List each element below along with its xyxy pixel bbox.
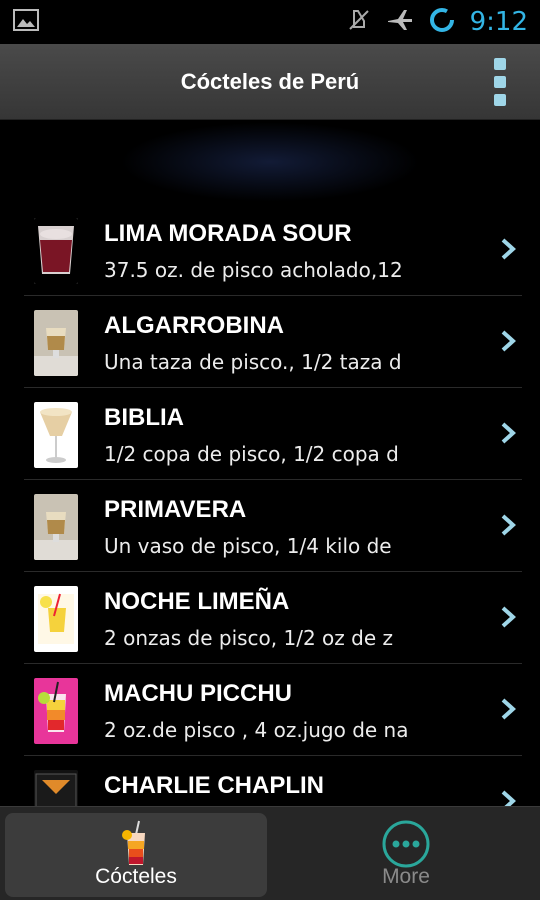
mute-icon <box>346 7 372 37</box>
brown-drink-thumbnail <box>34 494 78 560</box>
list-item[interactable]: ALGARROBINA Una taza de pisco., 1/2 taza… <box>24 296 522 388</box>
cocktail-title: LIMA MORADA SOUR <box>104 220 352 247</box>
sync-icon <box>428 6 456 38</box>
chevron-right-icon <box>501 330 516 352</box>
cocktail-title: CHARLIE CHAPLIN <box>104 772 324 799</box>
chevron-right-icon <box>501 238 516 260</box>
overflow-menu-icon[interactable] <box>490 58 510 106</box>
cocktail-list: LIMA MORADA SOUR 37.5 oz. de pisco achol… <box>0 204 540 848</box>
cocktail-ingredients: Un vaso de pisco, 1/4 kilo de <box>104 534 392 558</box>
status-bar: 9:12 <box>0 0 540 44</box>
cocktail-title: NOCHE LIMEÑA <box>104 588 290 615</box>
chevron-right-icon <box>501 606 516 628</box>
cocktail-icon <box>119 819 153 875</box>
brown-drink-thumbnail <box>34 310 78 376</box>
image-notification-icon <box>12 8 40 36</box>
cream-glass-thumbnail <box>34 402 78 468</box>
tab-more[interactable]: More <box>275 813 537 897</box>
header-glow <box>120 122 420 202</box>
cocktail-ingredients: 1/2 copa de pisco, 1/2 copa d <box>104 442 399 466</box>
page-title: Cócteles de Perú <box>180 69 360 94</box>
list-item[interactable]: NOCHE LIMEÑA 2 onzas de pisco, 1/2 oz de… <box>24 572 522 664</box>
layered-drink-thumbnail <box>34 678 78 744</box>
chevron-right-icon <box>501 514 516 536</box>
chevron-right-icon <box>501 698 516 720</box>
more-icon <box>381 819 431 873</box>
action-bar: Cócteles de Perú <box>0 44 540 120</box>
yellow-drink-thumbnail <box>34 586 78 652</box>
tab-cocteles[interactable]: Cócteles <box>5 813 267 897</box>
cocktail-ingredients: 2 onzas de pisco, 1/2 oz de z <box>104 626 393 650</box>
cocktail-title: BIBLIA <box>104 404 184 431</box>
cocktail-ingredients: 2 oz.de pisco , 4 oz.jugo de na <box>104 718 409 742</box>
cocktail-ingredients: 37.5 oz. de pisco acholado,12 <box>104 258 403 282</box>
list-item[interactable]: MACHU PICCHU 2 oz.de pisco , 4 oz.jugo d… <box>24 664 522 756</box>
cocktail-ingredients: Una taza de pisco., 1/2 taza d <box>104 350 402 374</box>
list-item[interactable]: BIBLIA 1/2 copa de pisco, 1/2 copa d <box>24 388 522 480</box>
chevron-right-icon <box>501 422 516 444</box>
cocktail-title: MACHU PICCHU <box>104 680 292 707</box>
status-time: 9:12 <box>469 7 528 37</box>
cocktail-title: ALGARROBINA <box>104 312 284 339</box>
list-item[interactable]: LIMA MORADA SOUR 37.5 oz. de pisco achol… <box>24 204 522 296</box>
purple-drink-thumbnail <box>34 218 78 284</box>
list-item[interactable]: PRIMAVERA Un vaso de pisco, 1/4 kilo de <box>24 480 522 572</box>
airplane-mode-icon <box>386 7 414 37</box>
bottom-tab-bar: Cócteles More <box>0 806 540 900</box>
cocktail-title: PRIMAVERA <box>104 496 247 523</box>
